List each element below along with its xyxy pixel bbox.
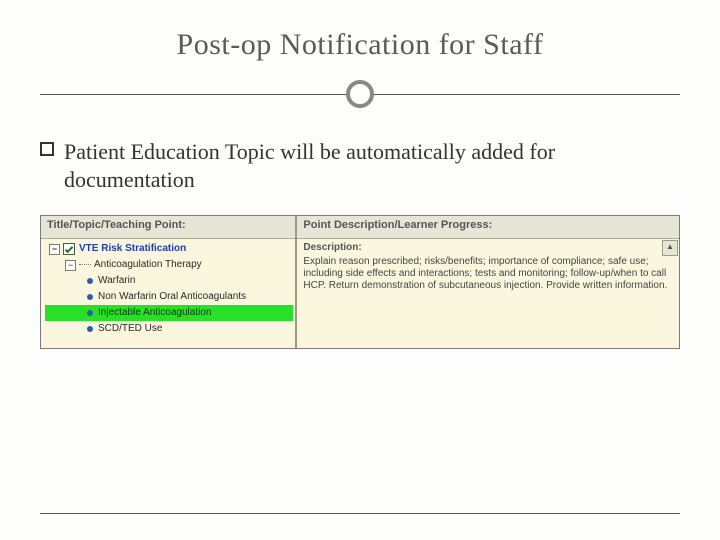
description-label: Description: (303, 242, 673, 254)
bullet-dot-icon (87, 294, 93, 300)
bullet-line: Patient Education Topic will be automati… (40, 138, 680, 193)
title-circle-icon (346, 80, 374, 108)
bullet-dot-icon (87, 278, 93, 284)
checkbox-icon[interactable] (63, 243, 75, 255)
bullet-square-icon (40, 142, 54, 156)
bullet-block: Patient Education Topic will be automati… (40, 138, 680, 193)
footer-rule (40, 513, 680, 514)
tree-label: Non Warfarin Oral Anticoagulants (98, 289, 246, 305)
tree-root[interactable]: − VTE Risk Stratification (45, 241, 293, 257)
tree-label: Injectable Anticoagulation (98, 305, 211, 321)
title-block: Post-op Notification for Staff (40, 28, 680, 110)
app-screenshot: Title/Topic/Teaching Point: − VTE Risk S… (40, 215, 680, 349)
description-text: Explain reason prescribed; risks/benefit… (303, 256, 673, 292)
left-pane: Title/Topic/Teaching Point: − VTE Risk S… (41, 216, 297, 348)
right-header: Point Description/Learner Progress: (297, 216, 679, 239)
tree-line-icon (79, 264, 91, 266)
scroll-up-icon[interactable]: ▲ (662, 240, 678, 256)
tree-item[interactable]: SCD/TED Use (45, 321, 293, 337)
tree-label: VTE Risk Stratification (79, 241, 186, 257)
tree-item[interactable]: Non Warfarin Oral Anticoagulants (45, 289, 293, 305)
bullet-dot-icon (87, 310, 93, 316)
left-header: Title/Topic/Teaching Point: (41, 216, 295, 239)
collapse-icon[interactable]: − (49, 244, 60, 255)
topic-tree[interactable]: − VTE Risk Stratification − Anticoagulat… (41, 239, 295, 348)
tree-label: Warfarin (98, 273, 135, 289)
bullet-text: Patient Education Topic will be automati… (64, 139, 555, 192)
tree-label: SCD/TED Use (98, 321, 162, 337)
tree-sub[interactable]: − Anticoagulation Therapy (45, 257, 293, 273)
title-rule (40, 80, 680, 110)
slide: Post-op Notification for Staff Patient E… (0, 0, 720, 540)
tree-item-selected[interactable]: Injectable Anticoagulation (45, 305, 293, 321)
page-title: Post-op Notification for Staff (40, 28, 680, 62)
right-pane: Point Description/Learner Progress: ▲ De… (297, 216, 679, 348)
tree-item[interactable]: Warfarin (45, 273, 293, 289)
bullet-dot-icon (87, 326, 93, 332)
tree-label: Anticoagulation Therapy (94, 257, 202, 273)
collapse-icon[interactable]: − (65, 260, 76, 271)
description-body: ▲ Description: Explain reason prescribed… (297, 239, 679, 348)
